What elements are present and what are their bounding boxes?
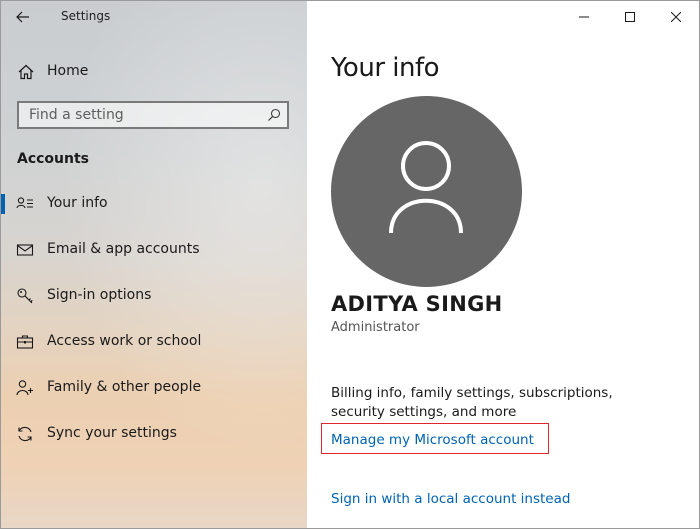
manage-microsoft-account-link[interactable]: Manage my Microsoft account (321, 423, 549, 454)
selection-indicator (1, 194, 5, 214)
sidebar-item-email-app-accounts[interactable]: Email & app accounts (1, 233, 307, 267)
sidebar-item-family-other-people[interactable]: Family & other people (1, 371, 307, 405)
search-input[interactable] (19, 103, 269, 127)
sidebar-item-label: Family & other people (47, 379, 202, 395)
user-name: ADITYA SINGH (331, 292, 503, 316)
sign-in-local-account-link[interactable]: Sign in with a local account instead (331, 491, 570, 507)
sidebar-item-label: Sync your settings (47, 425, 177, 441)
minimize-button[interactable] (561, 1, 607, 33)
back-button[interactable] (9, 5, 37, 29)
sidebar-item-sign-in-options[interactable]: Sign-in options (1, 279, 307, 313)
mail-icon (16, 244, 34, 256)
close-button[interactable] (653, 1, 699, 33)
search-icon[interactable] (267, 108, 281, 122)
nav-home[interactable]: Home (1, 57, 307, 87)
sidebar-item-sync-settings[interactable]: Sync your settings (1, 417, 307, 451)
sidebar-item-label: Access work or school (47, 333, 202, 349)
page-title: Your info (331, 53, 440, 83)
sidebar: Settings Home Accounts Your info (1, 1, 307, 528)
title-bar: Settings (1, 1, 307, 33)
main-content: Your info ADITYA SINGH Administrator Bil… (307, 1, 699, 528)
search-box[interactable] (17, 101, 289, 129)
home-label: Home (47, 63, 89, 79)
window-controls (561, 1, 699, 33)
close-icon (671, 12, 681, 22)
maximize-icon (625, 12, 635, 22)
briefcase-icon (16, 335, 34, 349)
maximize-button[interactable] (607, 1, 653, 33)
user-role: Administrator (331, 320, 420, 335)
sidebar-item-your-info[interactable]: Your info (1, 187, 307, 221)
sidebar-item-label: Sign-in options (47, 287, 152, 303)
sidebar-item-label: Email & app accounts (47, 241, 200, 257)
avatar[interactable] (331, 96, 522, 287)
minimize-icon (579, 16, 589, 18)
settings-window: Settings Home Accounts Your info (0, 0, 700, 529)
sidebar-item-access-work-school[interactable]: Access work or school (1, 325, 307, 359)
person-icon (389, 141, 463, 234)
section-heading-accounts: Accounts (17, 151, 90, 167)
back-arrow-icon (16, 11, 29, 23)
sync-icon (18, 426, 32, 442)
sidebar-item-label: Your info (47, 195, 108, 211)
person-add-icon (16, 380, 33, 396)
home-icon (18, 64, 34, 80)
app-title: Settings (61, 9, 111, 23)
key-icon (17, 288, 33, 304)
person-list-icon (16, 197, 33, 209)
billing-description: Billing info, family settings, subscript… (331, 385, 613, 420)
